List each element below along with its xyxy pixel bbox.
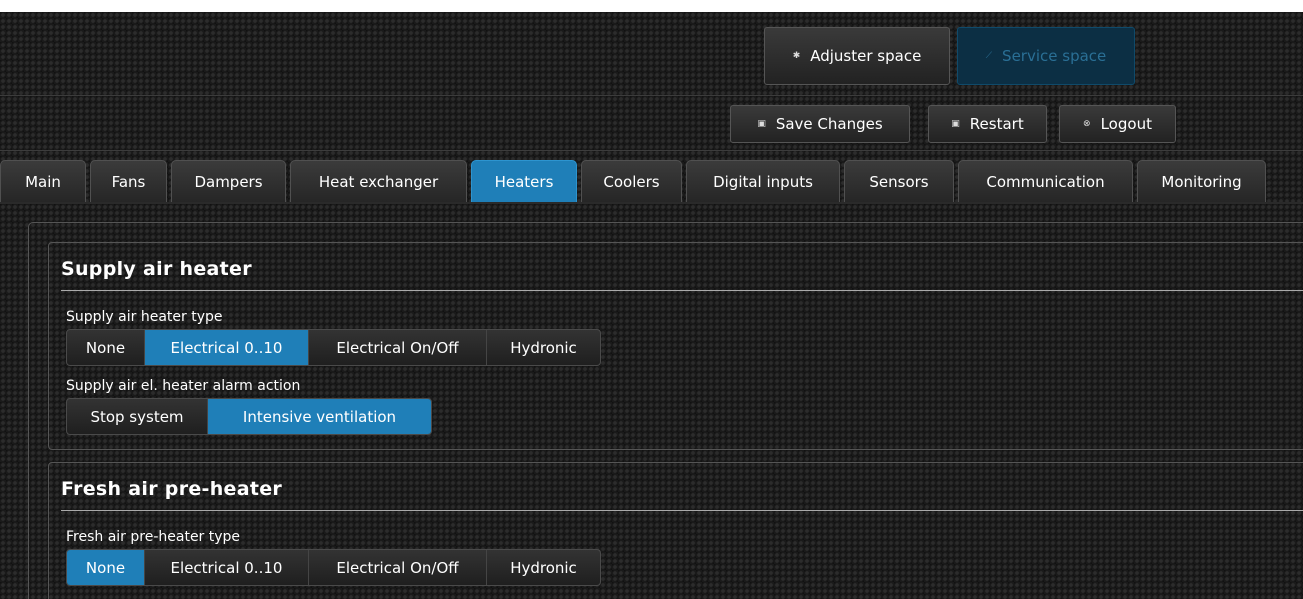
option-electrical-0-10[interactable]: Electrical 0..10 bbox=[145, 550, 309, 585]
supply-air-heater-section: Supply air heater Supply air heater type… bbox=[48, 242, 1303, 450]
tab-digital-inputs[interactable]: Digital inputs bbox=[686, 160, 840, 202]
tab-heat-exchanger[interactable]: Heat exchanger bbox=[290, 160, 467, 202]
section-divider bbox=[61, 290, 1303, 291]
option-electrical-on-off[interactable]: Electrical On/Off bbox=[309, 330, 487, 365]
tab-label: Dampers bbox=[194, 172, 263, 191]
option-hydronic[interactable]: Hydronic bbox=[487, 550, 600, 585]
option-label: Electrical 0..10 bbox=[170, 338, 283, 357]
adjuster-space-button[interactable]: ✱ Adjuster space bbox=[764, 27, 950, 85]
tab-coolers[interactable]: Coolers bbox=[581, 160, 682, 202]
service-space-button[interactable]: ⟋ Service space bbox=[957, 27, 1135, 85]
tab-label: Heat exchanger bbox=[318, 172, 439, 191]
tab-main[interactable]: Main bbox=[0, 160, 86, 202]
option-electrical-on-off[interactable]: Electrical On/Off bbox=[309, 550, 487, 585]
tab-dampers[interactable]: Dampers bbox=[171, 160, 286, 202]
tab-label: Monitoring bbox=[1161, 172, 1242, 191]
option-stop-system[interactable]: Stop system bbox=[67, 399, 208, 434]
option-label: Electrical On/Off bbox=[336, 558, 459, 577]
tab-label: Communication bbox=[986, 172, 1105, 191]
logout-icon: ⊗ bbox=[1083, 119, 1091, 129]
service-space-label: Service space bbox=[1002, 47, 1107, 65]
restart-icon: ▣ bbox=[951, 119, 960, 129]
tab-sensors[interactable]: Sensors bbox=[844, 160, 954, 202]
divider bbox=[0, 150, 1303, 151]
save-changes-button[interactable]: ▣ Save Changes bbox=[730, 105, 910, 143]
tab-monitoring[interactable]: Monitoring bbox=[1137, 160, 1266, 202]
save-icon: ▣ bbox=[757, 119, 766, 129]
option-label: Electrical On/Off bbox=[336, 338, 459, 357]
option-intensive-ventilation[interactable]: Intensive ventilation bbox=[208, 399, 431, 434]
option-electrical-0-10[interactable]: Electrical 0..10 bbox=[145, 330, 309, 365]
preheater-type-selector: None Electrical 0..10 Electrical On/Off … bbox=[66, 549, 601, 586]
tab-label: Heaters bbox=[494, 172, 554, 191]
divider bbox=[0, 95, 1303, 96]
tab-label: Fans bbox=[111, 172, 146, 191]
preheater-type-label: Fresh air pre-heater type bbox=[66, 529, 241, 545]
supply-heater-type-label: Supply air heater type bbox=[66, 309, 223, 325]
supply-heater-alarm-label: Supply air el. heater alarm action bbox=[66, 378, 301, 394]
option-label: Intensive ventilation bbox=[242, 407, 397, 426]
option-none[interactable]: None bbox=[67, 330, 145, 365]
tab-heaters[interactable]: Heaters bbox=[471, 160, 577, 202]
logout-button[interactable]: ⊗ Logout bbox=[1059, 105, 1176, 143]
wrench-icon: ⟋ bbox=[985, 51, 993, 61]
tab-label: Main bbox=[25, 172, 61, 191]
section-divider bbox=[61, 510, 1303, 511]
option-label: Stop system bbox=[90, 407, 184, 426]
adjuster-space-label: Adjuster space bbox=[810, 47, 922, 65]
restart-button[interactable]: ▣ Restart bbox=[928, 105, 1047, 143]
section-title: Supply air heater bbox=[61, 258, 252, 280]
option-label: None bbox=[85, 558, 126, 577]
tab-label: Digital inputs bbox=[713, 172, 813, 191]
option-label: None bbox=[85, 338, 126, 357]
save-changes-label: Save Changes bbox=[775, 115, 883, 133]
supply-heater-type-selector: None Electrical 0..10 Electrical On/Off … bbox=[66, 329, 601, 366]
option-label: Hydronic bbox=[510, 558, 577, 577]
tab-label: Sensors bbox=[869, 172, 929, 191]
logout-label: Logout bbox=[1100, 115, 1152, 133]
tab-label: Coolers bbox=[603, 172, 660, 191]
restart-label: Restart bbox=[969, 115, 1024, 133]
supply-heater-alarm-selector: Stop system Intensive ventilation bbox=[66, 398, 432, 435]
tab-communication[interactable]: Communication bbox=[958, 160, 1133, 202]
tab-underline bbox=[0, 202, 1303, 204]
tab-fans[interactable]: Fans bbox=[90, 160, 167, 202]
option-label: Hydronic bbox=[510, 338, 577, 357]
option-label: Electrical 0..10 bbox=[170, 558, 283, 577]
fresh-air-preheater-section: Fresh air pre-heater Fresh air pre-heate… bbox=[48, 462, 1303, 599]
top-strip bbox=[0, 0, 1303, 12]
gear-icon: ✱ bbox=[792, 51, 801, 61]
tab-bar: Main Fans Dampers Heat exchanger Heaters… bbox=[0, 160, 1266, 202]
option-none[interactable]: None bbox=[67, 550, 145, 585]
section-title: Fresh air pre-heater bbox=[61, 478, 283, 500]
option-hydronic[interactable]: Hydronic bbox=[487, 330, 600, 365]
